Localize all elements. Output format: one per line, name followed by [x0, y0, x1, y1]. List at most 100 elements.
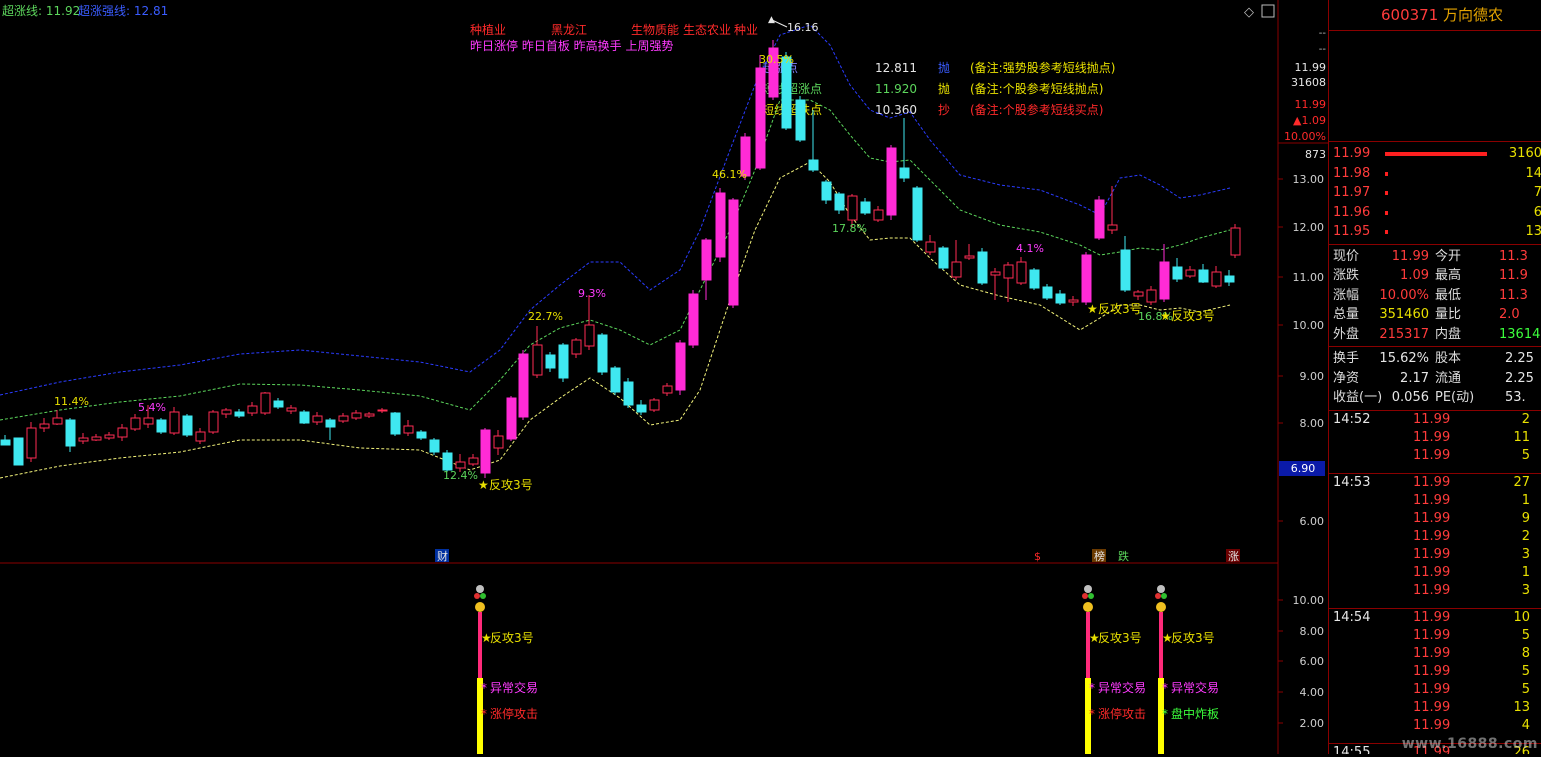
candle[interactable] [364, 412, 375, 418]
candle[interactable] [1224, 270, 1235, 286]
candle[interactable] [13, 437, 24, 466]
stock-title[interactable]: 600371 万向德农 [1329, 0, 1541, 31]
candle[interactable] [130, 414, 141, 431]
candle[interactable] [1185, 266, 1196, 278]
candle[interactable] [688, 290, 699, 348]
candle[interactable] [545, 352, 556, 372]
candle[interactable] [597, 333, 608, 375]
candle[interactable] [117, 424, 128, 441]
candle[interactable] [39, 418, 50, 432]
order-book-row[interactable]: 11.98 14 [1329, 164, 1541, 184]
candle[interactable] [558, 343, 569, 382]
candle[interactable] [1094, 196, 1105, 240]
candle[interactable] [1042, 284, 1053, 300]
candle[interactable] [247, 402, 258, 416]
candle[interactable] [860, 198, 871, 215]
candle[interactable] [1211, 266, 1222, 288]
candle[interactable] [26, 422, 37, 462]
candle[interactable] [156, 418, 167, 434]
candle[interactable] [52, 410, 63, 425]
kline-chart[interactable]: 超涨线: 11.92 超涨强线: 12.81 种植业 黑龙江 生物质能 生态农业… [0, 0, 1328, 754]
candle[interactable] [1159, 244, 1170, 302]
candle[interactable] [351, 410, 362, 420]
order-book-row[interactable]: 11.99 3160 [1329, 144, 1541, 164]
candle[interactable] [610, 366, 621, 395]
candle[interactable] [834, 192, 845, 214]
candle[interactable] [221, 408, 232, 418]
candle[interactable] [768, 40, 779, 100]
candle[interactable] [1146, 286, 1157, 305]
candle[interactable] [532, 326, 543, 378]
candle[interactable] [260, 392, 271, 415]
candle[interactable] [649, 398, 660, 412]
candle[interactable] [1133, 290, 1144, 300]
candle[interactable] [468, 454, 479, 466]
candle[interactable] [584, 295, 595, 350]
tick-list[interactable]: 14:52 11.99 2 11.99 11 11.99 5 14:53 11.99 27 11.9… [1329, 411, 1541, 754]
candle[interactable] [299, 410, 310, 424]
candle[interactable] [1120, 236, 1131, 292]
marker-zhang[interactable]: 涨 [1228, 550, 1239, 563]
candle[interactable] [1055, 290, 1066, 305]
diamond-icon[interactable]: ◇ [1244, 5, 1254, 20]
candle[interactable] [1016, 257, 1027, 285]
candle[interactable] [518, 350, 529, 420]
candle[interactable] [990, 268, 1001, 300]
candle[interactable] [1029, 268, 1040, 290]
sub-signal-column[interactable]: ★反攻3号* 异常交易* 涨停攻击 [1082, 585, 1146, 754]
sub-signal-column[interactable]: ★反攻3号* 异常交易* 盘中炸板 [1155, 585, 1219, 754]
candle[interactable] [938, 246, 949, 270]
candle[interactable] [65, 418, 76, 452]
candle[interactable] [1172, 258, 1183, 282]
candle[interactable] [821, 180, 832, 204]
candle[interactable] [208, 410, 219, 434]
candle[interactable] [182, 414, 193, 437]
candle[interactable] [390, 412, 401, 436]
candle[interactable] [675, 340, 686, 395]
candle[interactable] [701, 238, 712, 300]
kline-chart-area[interactable]: 超涨线: 11.92 超涨强线: 12.81 种植业 黑龙江 生物质能 生态农业… [0, 0, 1328, 754]
candle[interactable] [873, 206, 884, 222]
candle[interactable] [886, 145, 897, 220]
order-book-row[interactable]: 11.96 6 [1329, 203, 1541, 223]
candle[interactable] [912, 186, 923, 242]
candle[interactable] [0, 435, 11, 446]
candle[interactable] [169, 407, 180, 435]
candle[interactable] [728, 198, 739, 308]
candle[interactable] [623, 378, 634, 408]
candle[interactable] [312, 412, 323, 425]
candle[interactable] [429, 438, 440, 455]
candle[interactable] [662, 383, 673, 396]
candle[interactable] [1230, 224, 1241, 258]
candle[interactable] [91, 434, 102, 441]
candle[interactable] [636, 400, 647, 415]
candle[interactable] [377, 408, 388, 413]
candle[interactable] [480, 428, 491, 478]
order-book-row[interactable]: 11.95 13 [1329, 222, 1541, 242]
sub-signal-column[interactable]: ★反攻3号* 异常交易* 涨停攻击 [474, 585, 538, 754]
candle[interactable] [403, 420, 414, 436]
candle[interactable] [1003, 262, 1014, 302]
candle[interactable] [964, 244, 975, 260]
candle[interactable] [273, 398, 284, 409]
candle[interactable] [755, 55, 766, 170]
candle[interactable] [493, 430, 504, 455]
order-book-row[interactable]: 11.97 7 [1329, 183, 1541, 203]
candle[interactable] [808, 110, 819, 172]
candle[interactable] [416, 430, 427, 440]
candle[interactable] [925, 235, 936, 255]
candle[interactable] [571, 338, 582, 358]
marker-bang[interactable]: 榜 [1094, 549, 1105, 563]
candle[interactable] [715, 188, 726, 262]
candle[interactable] [1107, 186, 1118, 234]
candle[interactable] [1068, 296, 1079, 306]
candle[interactable] [195, 428, 206, 444]
candle[interactable] [78, 433, 89, 444]
candle[interactable] [1198, 264, 1209, 283]
maximize-icon[interactable] [1261, 4, 1275, 18]
candle[interactable] [1081, 252, 1092, 305]
marker-die[interactable]: 跌 [1118, 549, 1129, 563]
candle[interactable] [951, 240, 962, 280]
marker-dollar[interactable]: $ [1034, 550, 1041, 563]
candle[interactable] [234, 409, 245, 418]
